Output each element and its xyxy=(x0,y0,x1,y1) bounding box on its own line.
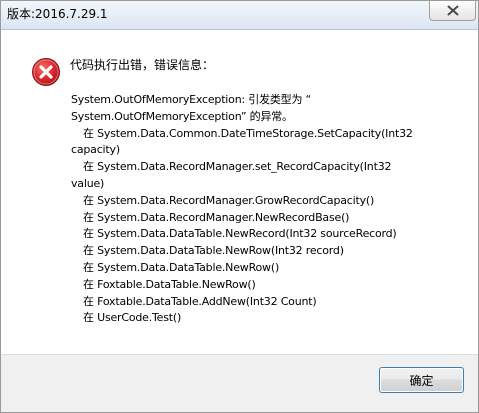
message-line: System.OutOfMemoryException” 的异常。 xyxy=(71,109,293,123)
message-line: System.OutOfMemoryException: 引发类型为 “ xyxy=(71,93,312,106)
message-line: 在 System.Data.DataTable.NewRow(Int32 rec… xyxy=(83,244,344,258)
error-message: System.OutOfMemoryException: 引发类型为 “ Syst… xyxy=(71,92,451,327)
dialog-content: 代码执行出错，错误信息： System.OutOfMemoryException… xyxy=(1,30,478,412)
message-line: 在 Foxtable.DataTable.NewRow() xyxy=(83,277,256,291)
title-bar[interactable]: 版本:2016.7.29.1 xyxy=(1,1,478,30)
error-heading: 代码执行出错，错误信息： xyxy=(70,58,215,72)
message-line: 在 Foxtable.DataTable.AddNew(Int32 Count) xyxy=(83,294,317,308)
ok-button[interactable]: 确定 xyxy=(379,367,464,393)
close-button[interactable] xyxy=(429,1,476,21)
window-title: 版本:2016.7.29.1 xyxy=(7,7,108,21)
message-line: 在 UserCode.Test() xyxy=(83,311,182,325)
message-line: 在 System.Data.RecordManager.GrowRecordCa… xyxy=(83,193,375,207)
message-line: 在 System.Data.RecordManager.NewRecordBas… xyxy=(83,210,350,224)
message-line: capacity) xyxy=(71,143,120,157)
error-dialog-window: 版本:2016.7.29.1 代码执行出错，错误信息： System.OutOf… xyxy=(0,0,479,413)
close-icon xyxy=(447,5,458,16)
message-line: value) xyxy=(71,176,105,190)
button-bar: 确定 xyxy=(1,354,478,412)
error-icon xyxy=(32,58,60,86)
message-line: 在 System.Data.Common.DateTimeStorage.Set… xyxy=(83,126,413,140)
message-line: 在 System.Data.DataTable.NewRecord(Int32 … xyxy=(83,227,397,241)
message-line: 在 System.Data.DataTable.NewRow() xyxy=(83,260,280,274)
message-line: 在 System.Data.RecordManager.set_RecordCa… xyxy=(83,160,392,174)
